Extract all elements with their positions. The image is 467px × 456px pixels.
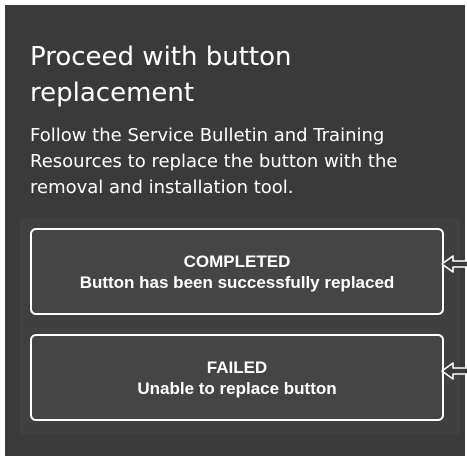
- options-area: COMPLETED Button has been successfully r…: [20, 218, 460, 434]
- completed-button[interactable]: COMPLETED Button has been successfully r…: [30, 228, 444, 315]
- completed-heading: COMPLETED: [183, 251, 291, 271]
- dialog-title: Proceed with button replacement: [30, 42, 292, 108]
- failed-button[interactable]: FAILED Unable to replace button: [30, 334, 444, 421]
- pointer-arrow-icon: [441, 255, 467, 273]
- completed-description: Button has been successfully replaced: [79, 272, 395, 292]
- pointer-arrow-icon: [441, 362, 467, 380]
- failed-heading: FAILED: [206, 357, 268, 377]
- failed-description: Unable to replace button: [137, 378, 337, 398]
- dialog-instructions: Follow the Service Bulletin and Training…: [30, 125, 398, 198]
